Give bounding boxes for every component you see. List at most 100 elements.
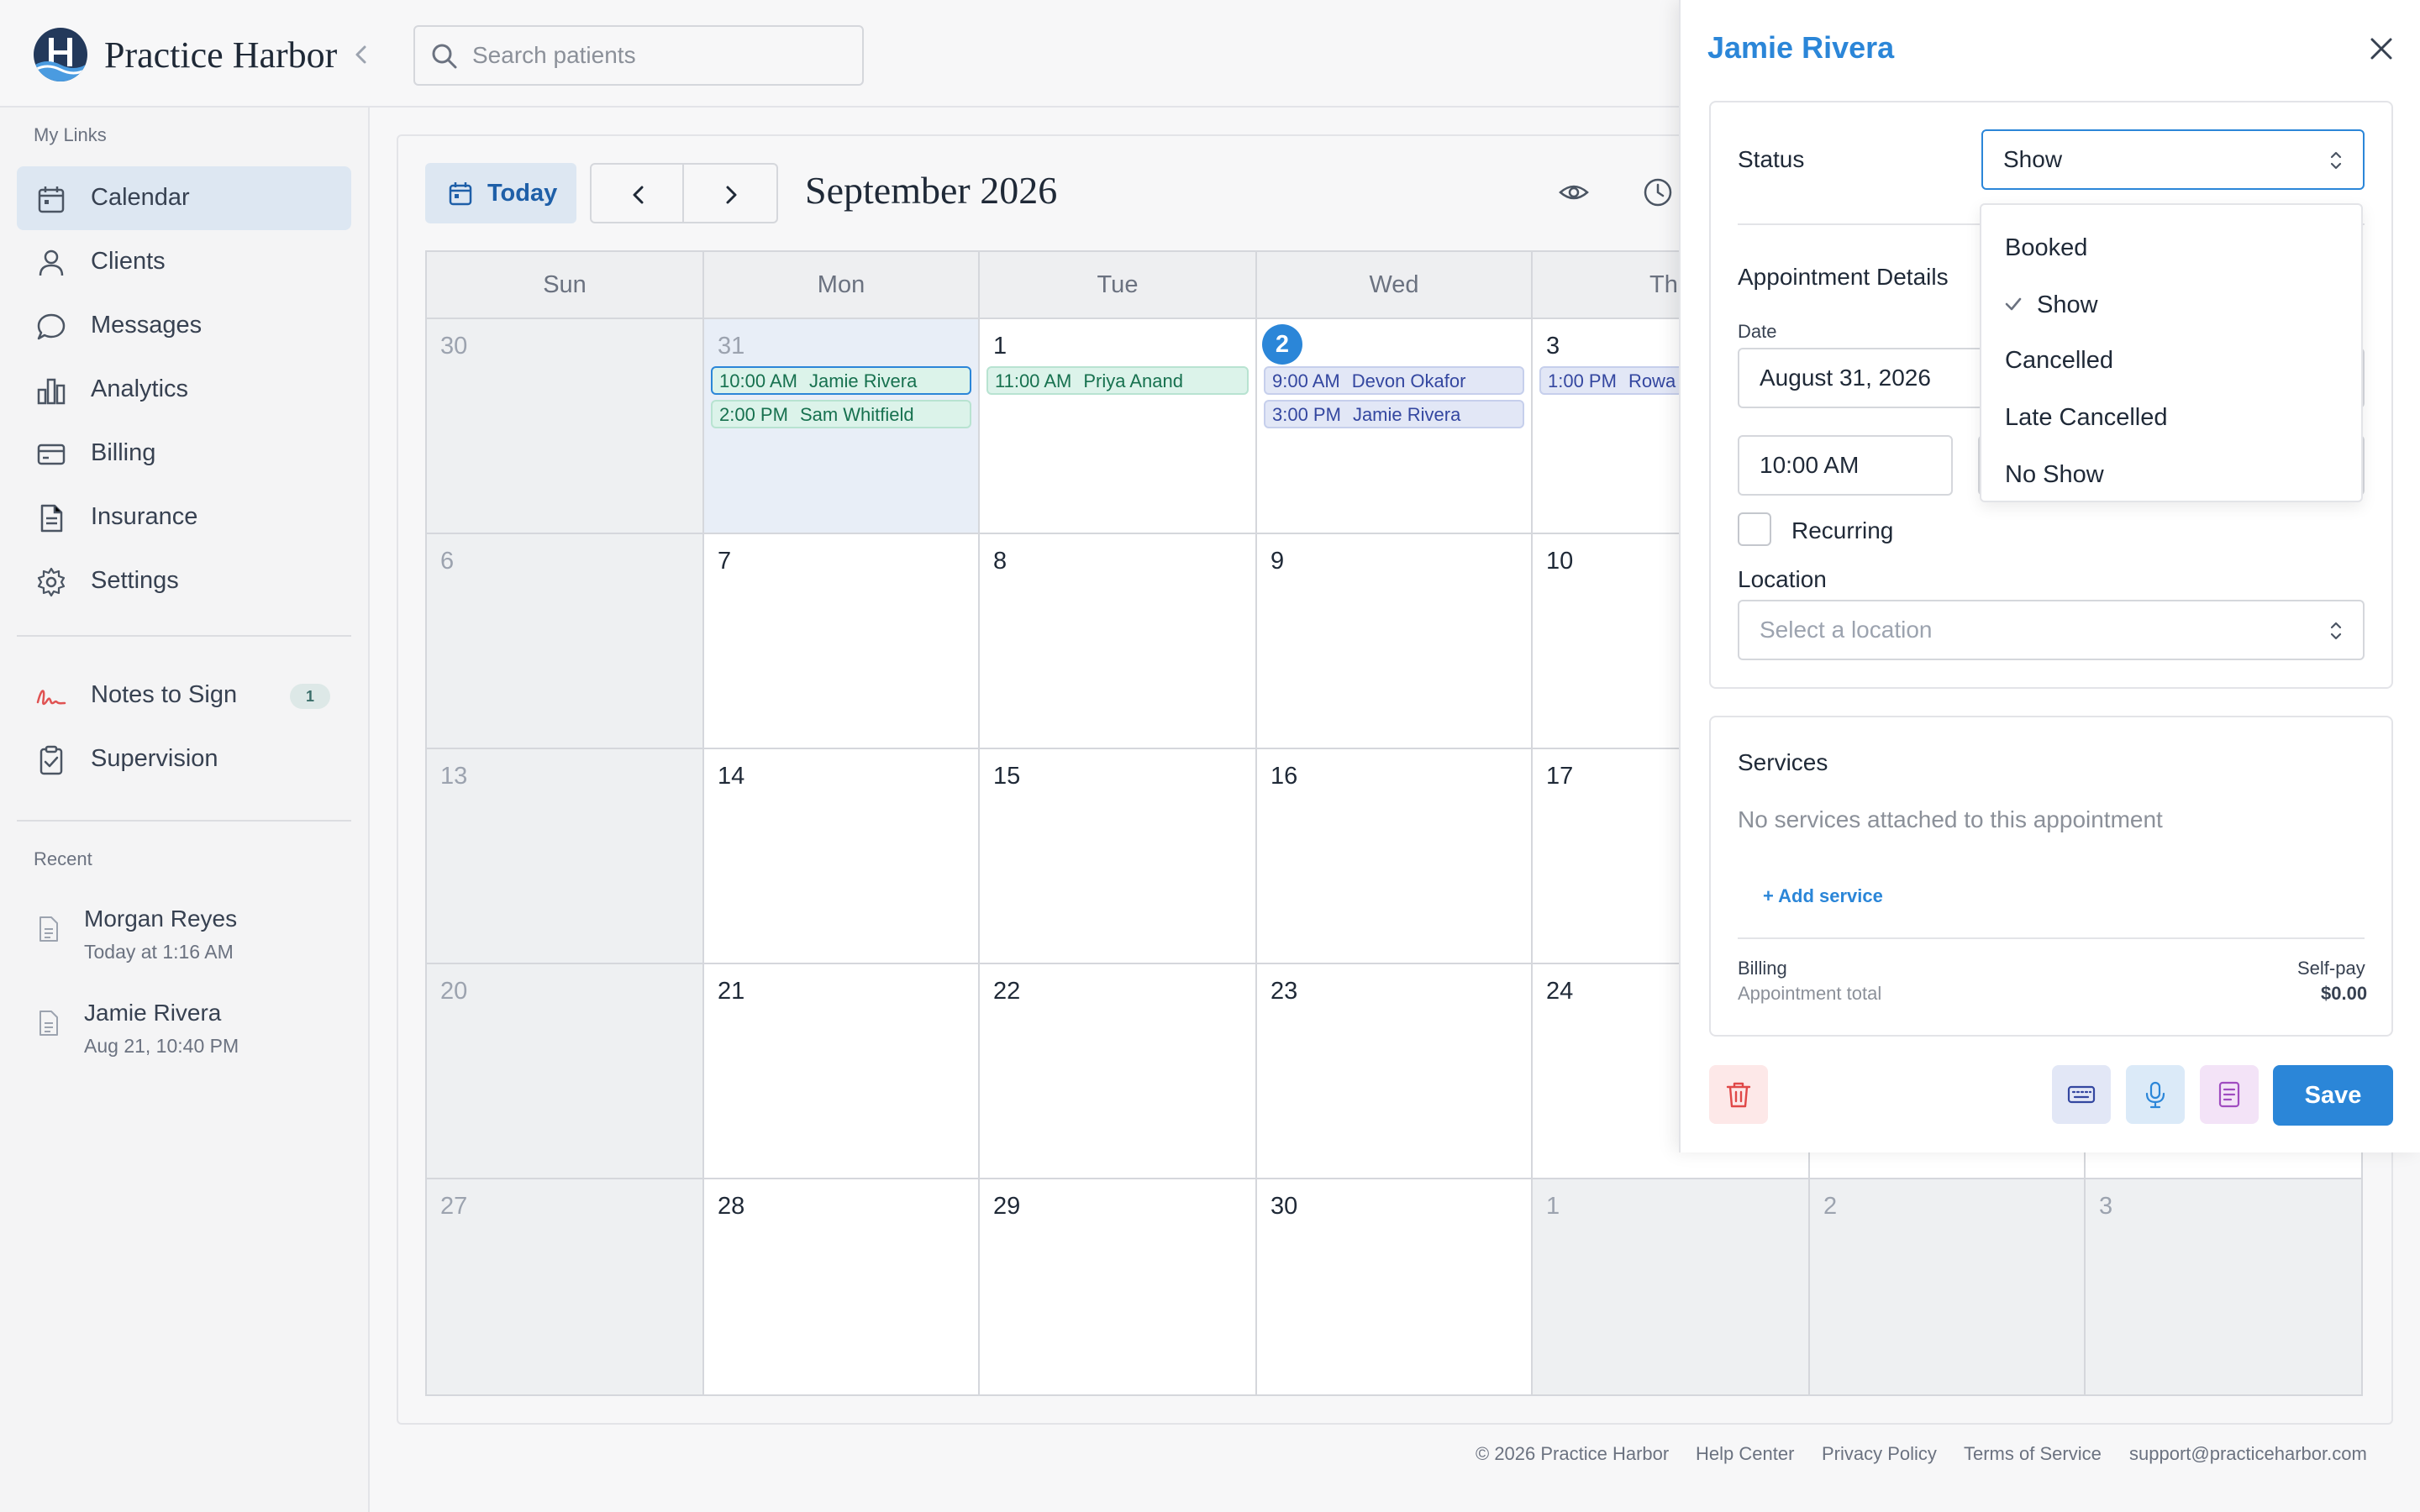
recent-item[interactable]: Jamie Rivera Aug 21, 10:40 PM bbox=[17, 991, 351, 1075]
day-cell[interactable]: 6 bbox=[427, 534, 704, 749]
day-cell[interactable]: 22 bbox=[980, 964, 1257, 1179]
recent-item[interactable]: Morgan Reyes Today at 1:16 AM bbox=[17, 897, 351, 981]
sidebar-item-clients[interactable]: Clients bbox=[17, 230, 351, 294]
day-cell[interactable]: 13 bbox=[427, 749, 704, 964]
day-cell[interactable]: 2 bbox=[1810, 1179, 2086, 1394]
day-cell[interactable]: 8 bbox=[980, 534, 1257, 749]
appointment[interactable]: 11:00 AM Priya Anand bbox=[986, 366, 1249, 395]
day-cell[interactable]: 1 11:00 AM Priya Anand bbox=[980, 319, 1257, 534]
services-empty-text: No services attached to this appointment bbox=[1738, 806, 2163, 832]
appointment-client: Sam Whitfield bbox=[799, 404, 914, 425]
previous-month-button[interactable] bbox=[590, 163, 684, 223]
clock-icon[interactable] bbox=[1642, 176, 1674, 208]
status-option-no-show[interactable]: No Show bbox=[1981, 447, 2361, 502]
footer-support-email[interactable]: support@practiceharbor.com bbox=[2129, 1443, 2367, 1465]
day-cell[interactable]: 27 bbox=[427, 1179, 704, 1394]
practice-harbor-logo[interactable] bbox=[34, 28, 87, 81]
appointment-total-label: Appointment total bbox=[1738, 983, 1882, 1004]
current-month: September 2026 bbox=[805, 169, 1058, 212]
day-cell[interactable]: 15 bbox=[980, 749, 1257, 964]
recent-item-time: Aug 21, 10:40 PM bbox=[84, 1035, 239, 1057]
status-value: Show bbox=[2003, 146, 2063, 172]
add-service-link[interactable]: + Add service bbox=[1763, 885, 1883, 907]
appointment[interactable]: 2:00 PM Sam Whitfield bbox=[711, 400, 971, 428]
eye-icon[interactable] bbox=[1558, 176, 1590, 208]
appointment-drawer: Jamie Rivera Status Show Appointment Det… bbox=[1679, 0, 2420, 1152]
patient-search[interactable] bbox=[413, 25, 864, 86]
keyboard-button[interactable] bbox=[2052, 1065, 2111, 1124]
search-input[interactable] bbox=[472, 27, 842, 84]
sidebar-item-settings[interactable]: Settings bbox=[17, 549, 351, 613]
delete-button[interactable] bbox=[1709, 1065, 1768, 1124]
sidebar-item-label: Clients bbox=[91, 248, 166, 275]
status-select[interactable]: Show bbox=[1981, 129, 2365, 190]
status-option-show[interactable]: Show bbox=[1981, 277, 2361, 333]
person-icon bbox=[35, 247, 67, 279]
sidebar-item-label: Billing bbox=[91, 439, 156, 466]
sidebar-item-analytics[interactable]: Analytics bbox=[17, 358, 351, 422]
day-cell[interactable]: 20 bbox=[427, 964, 704, 1179]
footer-terms-link[interactable]: Terms of Service bbox=[1964, 1443, 2102, 1465]
status-option-booked[interactable]: Booked bbox=[1981, 220, 2361, 276]
day-number: 8 bbox=[993, 548, 1007, 575]
notes-button[interactable] bbox=[2200, 1065, 2259, 1124]
day-number: 2 bbox=[1823, 1193, 1838, 1220]
day-number: 3 bbox=[1546, 333, 1560, 360]
search-icon bbox=[430, 42, 459, 71]
notes-count-badge: 1 bbox=[290, 684, 330, 709]
appointment-client: Rowa bbox=[1628, 370, 1676, 391]
sidebar-item-calendar[interactable]: Calendar bbox=[17, 166, 351, 230]
day-number: 20 bbox=[440, 978, 468, 1005]
location-select[interactable]: Select a location bbox=[1738, 600, 2365, 660]
collapse-sidebar-icon[interactable] bbox=[351, 40, 371, 69]
save-button[interactable]: Save bbox=[2273, 1065, 2393, 1126]
day-cell[interactable]: 7 bbox=[704, 534, 980, 749]
billing-label: Billing bbox=[1738, 958, 1787, 979]
footer-help-link[interactable]: Help Center bbox=[1696, 1443, 1794, 1465]
sidebar-item-insurance[interactable]: Insurance bbox=[17, 486, 351, 549]
dictation-button[interactable] bbox=[2126, 1065, 2185, 1124]
start-time-field[interactable]: 10:00 AM bbox=[1738, 435, 1953, 496]
appointment[interactable]: 9:00 AM Devon Okafor bbox=[1264, 366, 1524, 395]
sidebar: My Links Calendar Clients Messages Analy… bbox=[0, 108, 370, 1512]
check-icon bbox=[2003, 294, 2023, 314]
close-icon[interactable] bbox=[2368, 35, 2395, 62]
day-header-wed: Wed bbox=[1257, 252, 1533, 319]
recent-item-name: Jamie Rivera bbox=[84, 1000, 222, 1026]
day-cell[interactable]: 1 bbox=[1533, 1179, 1810, 1394]
day-cell[interactable]: 14 bbox=[704, 749, 980, 964]
day-number: 21 bbox=[718, 978, 745, 1005]
appointment[interactable]: 3:00 PM Jamie Rivera bbox=[1264, 400, 1524, 428]
sidebar-item-supervision[interactable]: Supervision bbox=[17, 727, 351, 791]
day-cell[interactable]: 2 9:00 AM Devon Okafor 3:00 PM Jamie River… bbox=[1257, 319, 1533, 534]
status-option-label: Show bbox=[2037, 291, 2098, 318]
day-cell[interactable]: 29 bbox=[980, 1179, 1257, 1394]
appointment[interactable]: 10:00 AM Jamie Rivera bbox=[711, 366, 971, 395]
services-label: Services bbox=[1738, 749, 1828, 775]
day-number: 29 bbox=[993, 1193, 1021, 1220]
day-cell[interactable]: 28 bbox=[704, 1179, 980, 1394]
day-cell[interactable]: 30 bbox=[1257, 1179, 1533, 1394]
day-cell[interactable]: 16 bbox=[1257, 749, 1533, 964]
day-number: 10 bbox=[1546, 548, 1574, 575]
day-number: 23 bbox=[1270, 978, 1298, 1005]
today-button[interactable]: Today bbox=[425, 163, 576, 223]
day-cell[interactable]: 3 bbox=[2086, 1179, 2361, 1394]
sidebar-item-notes-to-sign[interactable]: Notes to Sign 1 bbox=[17, 664, 351, 727]
day-number: 24 bbox=[1546, 978, 1574, 1005]
status-option-late-cancelled[interactable]: Late Cancelled bbox=[1981, 390, 2361, 445]
next-month-button[interactable] bbox=[684, 163, 778, 223]
day-cell[interactable]: 30 bbox=[427, 319, 704, 534]
chevron-updown-icon bbox=[2328, 150, 2344, 171]
day-cell[interactable]: 21 bbox=[704, 964, 980, 1179]
footer-privacy-link[interactable]: Privacy Policy bbox=[1822, 1443, 1937, 1465]
day-cell[interactable]: 23 bbox=[1257, 964, 1533, 1179]
status-option-cancelled[interactable]: Cancelled bbox=[1981, 333, 2361, 388]
recurring-checkbox[interactable] bbox=[1738, 512, 1771, 546]
sidebar-item-billing[interactable]: Billing bbox=[17, 422, 351, 486]
day-cell[interactable]: 31 10:00 AM Jamie Rivera 2:00 PM Sam Whitf… bbox=[704, 319, 980, 534]
recent-label: Recent bbox=[34, 848, 92, 869]
today-day-number: 2 bbox=[1262, 324, 1302, 365]
day-cell[interactable]: 9 bbox=[1257, 534, 1533, 749]
sidebar-item-messages[interactable]: Messages bbox=[17, 294, 351, 358]
